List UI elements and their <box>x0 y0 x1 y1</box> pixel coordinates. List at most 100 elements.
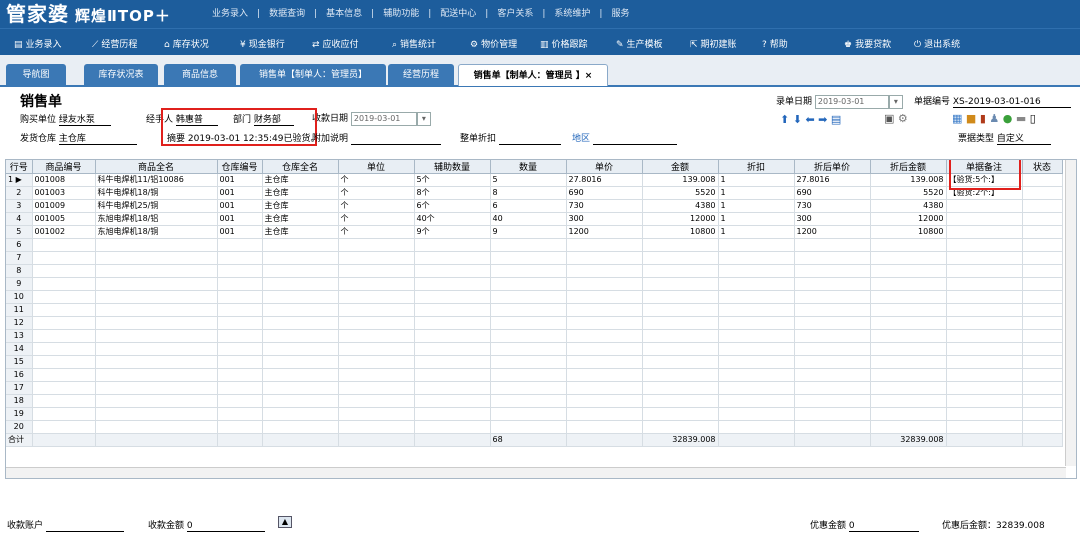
table-cell[interactable] <box>946 394 1023 408</box>
table-cell[interactable] <box>262 238 339 252</box>
table-cell[interactable] <box>338 420 415 434</box>
table-cell[interactable] <box>414 238 491 252</box>
table-cell[interactable] <box>1022 394 1063 408</box>
table-cell[interactable] <box>32 342 96 356</box>
table-cell[interactable] <box>946 212 1023 226</box>
table-cell[interactable] <box>490 381 567 395</box>
table-cell[interactable] <box>642 277 719 291</box>
table-cell[interactable]: 9 <box>490 225 567 239</box>
table-cell[interactable] <box>95 316 218 330</box>
table-cell[interactable] <box>262 316 339 330</box>
table-cell[interactable] <box>217 394 263 408</box>
table-cell[interactable] <box>414 303 491 317</box>
table-cell[interactable] <box>32 251 96 265</box>
table-cell[interactable] <box>217 238 263 252</box>
table-cell[interactable] <box>566 342 643 356</box>
table-cell[interactable] <box>490 407 567 421</box>
table-cell[interactable] <box>566 381 643 395</box>
table-cell[interactable] <box>1022 316 1063 330</box>
table-cell[interactable] <box>642 303 719 317</box>
table-cell[interactable] <box>718 329 795 343</box>
table-cell[interactable] <box>262 381 339 395</box>
table-cell[interactable] <box>870 238 947 252</box>
table-cell[interactable]: 300 <box>566 212 643 226</box>
table-cell[interactable]: 主仓库 <box>262 173 339 187</box>
table-cell[interactable] <box>794 342 871 356</box>
column-header[interactable]: 行号 <box>6 160 33 174</box>
table-cell[interactable] <box>946 342 1023 356</box>
table-cell[interactable] <box>870 381 947 395</box>
amount-value[interactable]: 0 <box>186 521 265 532</box>
table-cell[interactable] <box>794 407 871 421</box>
table-cell[interactable]: 1 <box>718 199 795 213</box>
table-cell[interactable]: 6 <box>490 199 567 213</box>
table-cell[interactable] <box>642 264 719 278</box>
table-cell[interactable] <box>262 420 339 434</box>
table-cell[interactable]: 10800 <box>642 225 719 239</box>
table-row[interactable]: 5 001002 东旭电焊机18/铜 001 主仓库个 9个 9 1200 10800 1 1200… <box>6 225 1063 239</box>
table-cell[interactable] <box>414 329 491 343</box>
table-cell[interactable]: 10800 <box>870 225 947 239</box>
table-cell[interactable] <box>1022 303 1063 317</box>
horizontal-scrollbar[interactable] <box>6 467 1066 478</box>
column-header[interactable]: 折扣 <box>718 160 795 174</box>
table-cell[interactable] <box>262 290 339 304</box>
table-cell[interactable] <box>946 407 1023 421</box>
table-cell[interactable] <box>946 381 1023 395</box>
nav-item[interactable]: ⌕ 销售统计 <box>392 37 436 50</box>
table-cell[interactable] <box>1022 212 1063 226</box>
user-icon[interactable]: ♟ <box>989 112 999 125</box>
table-cell[interactable]: 6个 <box>414 199 491 213</box>
table-cell[interactable]: 001002 <box>32 225 96 239</box>
table-cell[interactable]: 001008 <box>32 173 96 187</box>
collect-date-dropdown-icon[interactable]: ▾ <box>416 112 431 126</box>
table-cell[interactable] <box>794 394 871 408</box>
table-cell[interactable]: 001 <box>217 199 263 213</box>
table-cell[interactable] <box>1022 264 1063 278</box>
table-cell[interactable] <box>794 329 871 343</box>
nav-item[interactable]: ⇄ 应收应付 <box>312 37 359 50</box>
table-cell[interactable]: 1200 <box>566 225 643 239</box>
table-cell[interactable]: 001 <box>217 173 263 187</box>
table-row[interactable]: 17 <box>6 381 1063 395</box>
table-cell[interactable] <box>217 420 263 434</box>
table-cell[interactable] <box>32 316 96 330</box>
column-header[interactable]: 仓库全名 <box>262 160 339 174</box>
table-cell[interactable] <box>794 420 871 434</box>
table-cell[interactable]: 个 <box>338 212 415 226</box>
table-cell[interactable] <box>870 316 947 330</box>
table-cell[interactable] <box>794 251 871 265</box>
collect-date-field[interactable]: 收款日期 2019-03-01 ▾ <box>312 111 431 126</box>
nav-item[interactable]: ¥ 现金银行 <box>240 37 285 50</box>
table-cell[interactable] <box>1022 381 1063 395</box>
nav-item[interactable]: ⌂ 库存状况 <box>164 37 209 50</box>
top-menu-item[interactable]: 业务录入 <box>212 9 248 19</box>
table-cell[interactable]: 4380 <box>642 199 719 213</box>
table-cell[interactable] <box>32 407 96 421</box>
table-cell[interactable] <box>95 303 218 317</box>
table-cell[interactable] <box>718 342 795 356</box>
table-cell[interactable] <box>414 420 491 434</box>
doc-no-value[interactable]: XS-2019-03-01-016 <box>952 97 1071 108</box>
table-cell[interactable] <box>870 290 947 304</box>
nav-item[interactable]: ✎ 生产模板 <box>616 37 663 50</box>
table-cell[interactable] <box>414 394 491 408</box>
table-cell[interactable]: 个 <box>338 225 415 239</box>
table-cell[interactable] <box>642 316 719 330</box>
table-cell[interactable] <box>32 238 96 252</box>
table-cell[interactable]: 东旭电焊机18/铝 <box>95 212 218 226</box>
table-cell[interactable] <box>718 420 795 434</box>
table-cell[interactable] <box>95 290 218 304</box>
table-cell[interactable]: 001003 <box>32 186 96 200</box>
table-cell[interactable] <box>414 316 491 330</box>
discount-value[interactable] <box>498 134 561 145</box>
table-cell[interactable] <box>262 407 339 421</box>
table-cell[interactable]: 001005 <box>32 212 96 226</box>
doc-type-field[interactable]: 票据类型 自定义 <box>958 131 1051 145</box>
table-cell[interactable] <box>95 420 218 434</box>
table-cell[interactable] <box>946 277 1023 291</box>
table-cell[interactable] <box>794 264 871 278</box>
table-cell[interactable] <box>262 277 339 291</box>
collect-date-input[interactable]: 2019-03-01 <box>350 112 417 126</box>
record-date-dropdown-icon[interactable]: ▾ <box>888 95 903 109</box>
